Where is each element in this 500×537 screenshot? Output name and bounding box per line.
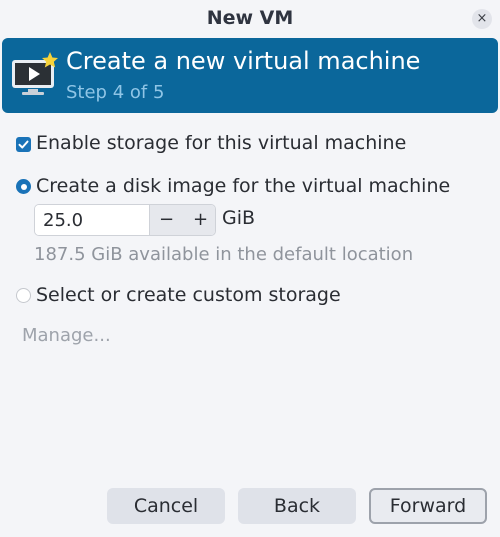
enable-storage-checkbox[interactable] bbox=[16, 137, 31, 152]
wizard-header: Create a new virtual machine Step 4 of 5 bbox=[2, 38, 498, 113]
spin-buttons: − + bbox=[149, 205, 215, 235]
wizard-step: Step 4 of 5 bbox=[66, 82, 165, 103]
window-title: New VM bbox=[206, 7, 294, 29]
size-unit-label: GiB bbox=[222, 207, 256, 229]
title-bar: New VM × bbox=[0, 0, 500, 38]
available-space-text: 187.5 GiB available in the default locat… bbox=[34, 244, 414, 265]
manage-button[interactable]: Manage... bbox=[22, 325, 111, 346]
back-button[interactable]: Back bbox=[238, 488, 356, 524]
close-button[interactable]: × bbox=[472, 9, 492, 29]
disk-size-spinbox: − + bbox=[34, 204, 216, 236]
increment-button[interactable]: + bbox=[184, 205, 215, 235]
wizard-title: Create a new virtual machine bbox=[66, 47, 421, 75]
cancel-button[interactable]: Cancel bbox=[107, 488, 225, 524]
create-disk-radio[interactable] bbox=[16, 179, 31, 194]
custom-storage-label[interactable]: Select or create custom storage bbox=[36, 284, 341, 306]
checkmark-icon bbox=[18, 140, 29, 149]
disk-size-input[interactable] bbox=[35, 205, 149, 235]
close-icon: × bbox=[476, 11, 488, 26]
enable-storage-label[interactable]: Enable storage for this virtual machine bbox=[36, 132, 406, 154]
custom-storage-radio[interactable] bbox=[16, 288, 31, 303]
new-vm-icon bbox=[12, 52, 58, 95]
create-disk-label[interactable]: Create a disk image for the virtual mach… bbox=[36, 175, 450, 197]
forward-button[interactable]: Forward bbox=[369, 488, 487, 524]
decrement-button[interactable]: − bbox=[150, 205, 183, 235]
